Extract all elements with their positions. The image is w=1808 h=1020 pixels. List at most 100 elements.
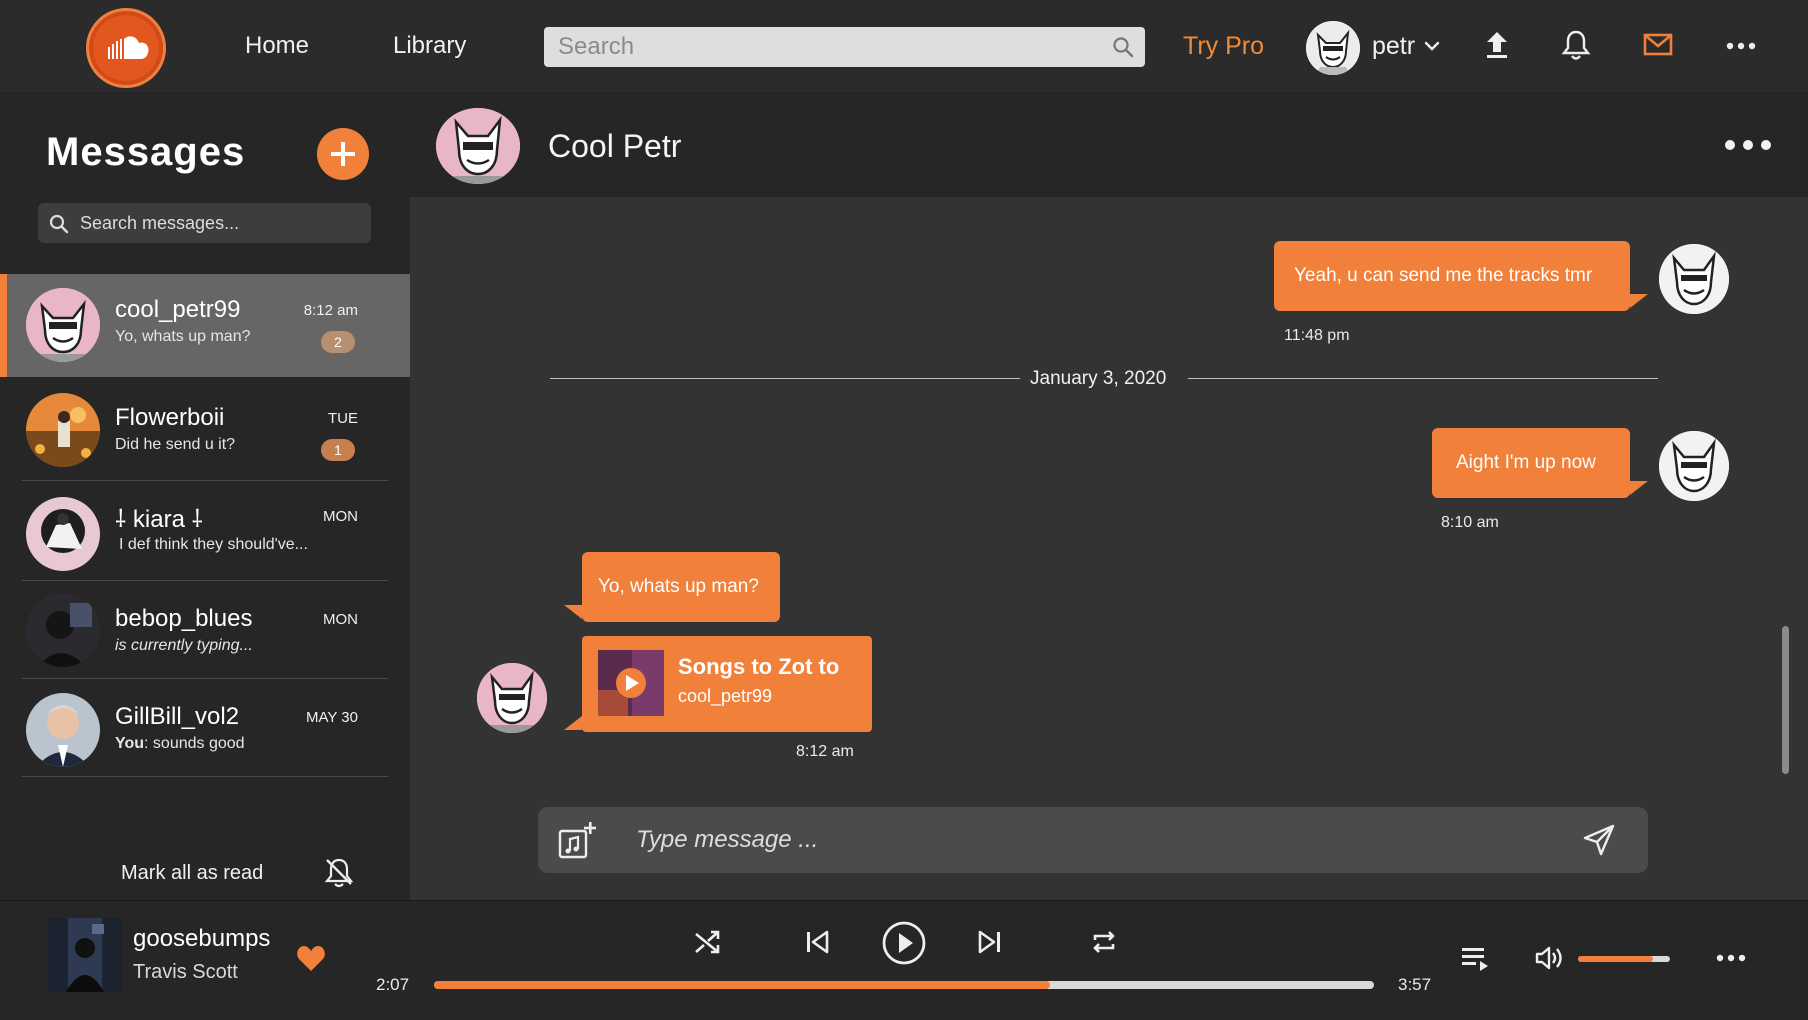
send-icon[interactable]: [1582, 823, 1616, 857]
message-timestamp: 11:48 pm: [1284, 327, 1350, 344]
next-track-icon[interactable]: [976, 928, 1004, 956]
preview-text: : sounds good: [144, 735, 245, 752]
wolf-avatar-icon: [1306, 21, 1360, 75]
total-duration: 3:57: [1398, 975, 1432, 994]
message-text: Aight I'm up now: [1456, 452, 1596, 473]
unread-badge: 1: [321, 439, 355, 461]
global-search: [544, 27, 1145, 67]
unread-badge: 2: [321, 331, 355, 353]
queue-list-icon[interactable]: [1460, 944, 1490, 972]
now-playing-title[interactable]: goosebumps: [133, 925, 270, 953]
message-search-input[interactable]: [80, 203, 360, 243]
wolf-avatar-icon: [436, 108, 520, 184]
chat-scrollbar[interactable]: [1782, 626, 1789, 774]
message-search: [38, 203, 371, 243]
shared-track-card[interactable]: Songs to Zot to cool_petr99: [582, 636, 872, 732]
previous-track-icon[interactable]: [803, 928, 831, 956]
date-separator: January 3, 2020: [550, 368, 1658, 389]
conversation-preview: Did he send u it?: [115, 436, 236, 453]
conversation-preview: is currently typing...: [115, 637, 253, 654]
shared-track-title: Songs to Zot to: [678, 654, 840, 679]
bubble-tail: [564, 716, 582, 730]
mark-all-read-button[interactable]: Mark all as read: [121, 862, 263, 885]
new-message-button[interactable]: [317, 128, 369, 180]
more-options-icon[interactable]: [1726, 28, 1756, 62]
conversation-preview: Yo, whats up man?: [115, 328, 251, 345]
conversation-item-bebop-blues[interactable]: bebop_blues is currently typing... MON: [0, 581, 410, 679]
notifications-bell-icon[interactable]: [1560, 28, 1592, 62]
bubble-tail: [1630, 294, 1648, 308]
search-input[interactable]: [558, 27, 1098, 67]
try-pro-link[interactable]: Try Pro: [1183, 32, 1264, 61]
date-separator-label: January 3, 2020: [1030, 368, 1167, 389]
conversation-time: MON: [323, 508, 358, 525]
message-composer: [538, 807, 1648, 873]
conversation-item-flowerboii[interactable]: Flowerboii Did he send u it? TUE 1: [0, 377, 410, 481]
bubble-tail: [1630, 481, 1648, 495]
conversation-time: MAY 30: [306, 709, 358, 726]
user-avatar[interactable]: [1306, 21, 1360, 75]
plus-icon: [331, 142, 355, 166]
chat-contact-name: Cool Petr: [548, 128, 682, 164]
conversation-name: ⸸ kiara ⸸: [115, 506, 203, 533]
progress-fill: [434, 981, 1050, 989]
now-playing-artist[interactable]: Travis Scott: [133, 961, 238, 984]
preview-sender: You: [115, 735, 145, 752]
separator-line: [1188, 378, 1658, 379]
separator-line: [550, 378, 1020, 379]
conversation-item-cool-petr99[interactable]: cool_petr99 Yo, whats up man? 8:12 am 2: [0, 274, 410, 377]
upload-icon[interactable]: [1484, 28, 1510, 60]
volume-slider[interactable]: [1578, 956, 1670, 962]
sender-avatar: [1659, 431, 1729, 501]
now-playing-artwork[interactable]: [48, 918, 122, 992]
message-timestamp: 8:10 am: [1441, 514, 1499, 531]
elapsed-time: 2:07: [376, 975, 410, 994]
divider: [22, 776, 388, 777]
nav-library[interactable]: Library: [393, 32, 466, 60]
message-text: Yeah, u can send me the tracks tmr: [1294, 265, 1593, 286]
message-text: Yo, whats up man?: [598, 576, 759, 597]
conversation-name: cool_petr99: [115, 296, 241, 323]
avatar: [26, 288, 100, 362]
volume-fill: [1578, 956, 1654, 962]
chevron-down-icon[interactable]: [1424, 40, 1440, 52]
like-heart-icon[interactable]: [296, 944, 326, 972]
track-artwork: [598, 650, 664, 716]
mute-notifications-icon[interactable]: [323, 856, 355, 888]
bubble-tail: [564, 605, 582, 619]
chat-more-options-icon[interactable]: [1724, 137, 1772, 153]
avatar: [26, 593, 100, 667]
message-bubble-sent: Yeah, u can send me the tracks tmr: [1274, 241, 1630, 311]
avatar: [26, 393, 100, 467]
attach-track-icon[interactable]: [558, 821, 598, 859]
avatar: [26, 497, 100, 571]
message-bubble-sent: Aight I'm up now: [1432, 428, 1630, 498]
avatar: [26, 693, 100, 767]
conversation-item-kiara[interactable]: ⸸ kiara ⸸ I def think they should've... …: [0, 481, 410, 581]
soundcloud-logo[interactable]: [86, 8, 166, 88]
conversation-time: 8:12 am: [303, 302, 358, 319]
messages-mail-icon[interactable]: [1643, 28, 1673, 62]
nav-home[interactable]: Home: [245, 32, 309, 60]
conversation-name: bebop_blues: [115, 605, 253, 632]
sender-avatar: [477, 663, 547, 733]
username-menu[interactable]: petr: [1372, 32, 1415, 61]
volume-icon[interactable]: [1534, 944, 1564, 972]
messages-title: Messages: [46, 130, 246, 174]
player-more-options-icon[interactable]: [1716, 950, 1746, 966]
conversation-time: TUE: [328, 410, 358, 427]
chat-contact-avatar[interactable]: [436, 108, 520, 184]
conversation-name: Flowerboii: [115, 404, 225, 431]
conversation-time: MON: [323, 611, 358, 628]
conversation-name: GillBill_vol2: [115, 703, 240, 730]
message-input[interactable]: [636, 807, 1536, 873]
sender-avatar: [1659, 244, 1729, 314]
message-bubble-received: Yo, whats up man?: [582, 552, 780, 622]
progress-slider[interactable]: [434, 981, 1374, 989]
play-icon[interactable]: [881, 920, 927, 966]
repeat-icon[interactable]: [1090, 928, 1118, 956]
message-timestamp: 8:12 am: [796, 743, 854, 760]
conversation-item-gillbill-vol2[interactable]: GillBill_vol2 You: sounds good MAY 30: [0, 679, 410, 777]
search-icon[interactable]: [1111, 35, 1135, 59]
shuffle-icon[interactable]: [693, 928, 721, 956]
